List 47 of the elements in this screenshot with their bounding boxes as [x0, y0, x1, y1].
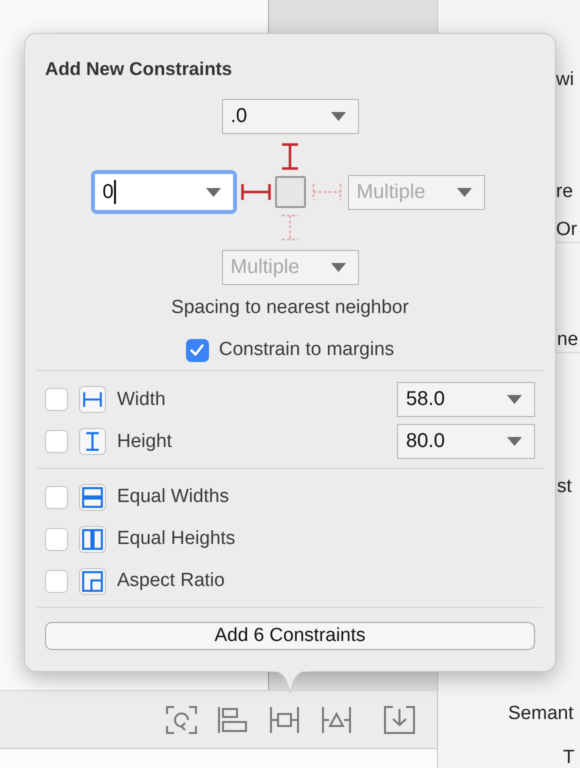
checkbox[interactable] — [45, 486, 68, 508]
inspector-label: wi — [556, 68, 574, 92]
size-dropdown[interactable]: 80.0 — [397, 424, 535, 459]
align-left-icon[interactable] — [217, 706, 248, 734]
width-bar-icon — [79, 386, 106, 413]
inspector-label: Or — [556, 218, 578, 242]
checkbox[interactable] — [45, 388, 68, 411]
option-label: Height — [117, 430, 172, 454]
view-square — [274, 176, 306, 208]
popover-title: Add New Constraints — [45, 57, 232, 81]
option-label: Aspect Ratio — [117, 569, 225, 593]
caret-icon — [507, 395, 522, 404]
option-label: Constrain to margins — [218, 338, 394, 362]
caret-icon — [456, 188, 472, 196]
caret-icon — [206, 188, 220, 196]
caret-icon — [330, 263, 346, 272]
add-constraints-button[interactable]: Add 6 Constraints — [45, 622, 535, 650]
option-label: Equal Widths — [117, 485, 229, 509]
option-label: Equal Heights — [117, 527, 236, 551]
checkbox[interactable] — [45, 528, 68, 550]
spacing-strut[interactable] — [240, 183, 270, 201]
stacked-rectangles-icon — [79, 484, 106, 510]
triangle-between-bars-icon[interactable] — [321, 706, 352, 734]
checkbox[interactable] — [186, 338, 209, 362]
square-corner-icon — [79, 568, 106, 594]
text-cursor — [114, 180, 116, 204]
spacing-dropdown[interactable]: .0 — [222, 99, 358, 134]
spacing-caption: Spacing to nearest neighbor — [171, 296, 409, 320]
circular-arrow-icon[interactable] — [166, 706, 197, 734]
caret-icon — [507, 437, 522, 446]
checkmark-icon — [190, 344, 204, 356]
inspector-label: ne — [557, 328, 578, 352]
spacing-input-field[interactable]: 0 — [90, 170, 236, 214]
checkbox[interactable] — [45, 430, 68, 453]
size-dropdown[interactable]: 58.0 — [397, 382, 535, 417]
download-tray-icon[interactable] — [384, 706, 415, 734]
inspector-label: Semant — [508, 702, 574, 726]
caret-icon — [330, 112, 346, 121]
spacing-strut[interactable] — [280, 143, 300, 170]
option-label: Width — [117, 388, 166, 412]
inspector-label: T — [563, 746, 575, 768]
side-by-side-rectangles-icon — [79, 526, 106, 552]
inspector-label: re — [556, 180, 573, 204]
inspector-label: st — [557, 475, 572, 499]
height-bar-icon — [79, 428, 106, 455]
checkbox[interactable] — [45, 570, 68, 592]
box-between-bars-icon[interactable] — [269, 706, 300, 734]
